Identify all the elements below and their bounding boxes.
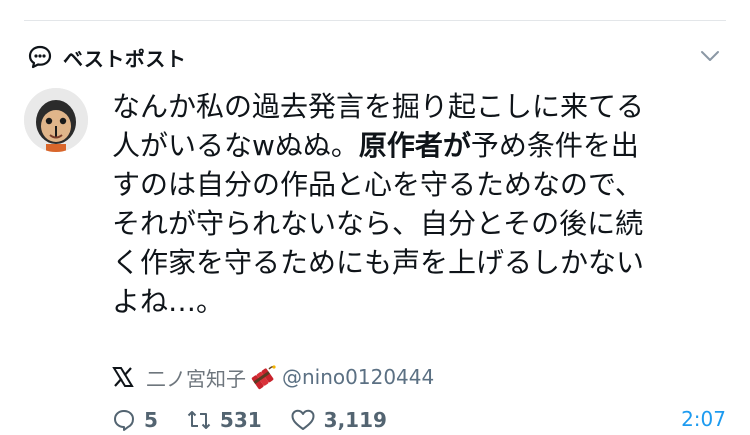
like-count: 3,119 [323, 408, 387, 432]
repost-icon [187, 411, 211, 429]
best-post-title: ベストポスト [63, 46, 187, 71]
post-text-bold-part: 原作者が [358, 129, 471, 162]
repost-button[interactable]: 531 [186, 408, 262, 432]
speech-bubble-icon [27, 44, 53, 70]
best-post-header: ベストポスト [27, 42, 726, 72]
x-logo-icon [112, 366, 134, 388]
reply-icon [114, 410, 134, 431]
reply-count: 5 [144, 408, 158, 432]
top-divider [24, 20, 726, 21]
chevron-down-icon[interactable] [698, 44, 722, 68]
like-button[interactable]: 3,119 [290, 408, 387, 432]
reply-button[interactable]: 5 [112, 408, 158, 432]
repost-count: 531 [219, 408, 262, 432]
avatar[interactable] [24, 88, 88, 152]
post-time[interactable]: 2:07 [681, 407, 726, 431]
post-text: なんか私の過去発言を掘り起こしに来てる 人がいるなwぬぬ。原作者が予め条件を出 … [112, 87, 712, 321]
source-row: 二ノ宮知子 @nino0120444 [112, 363, 434, 391]
author-name[interactable]: 二ノ宮知子 [146, 363, 246, 392]
author-handle[interactable]: @nino0120444 [282, 365, 434, 389]
stats-row: 5 531 3,119 2:07 [112, 405, 726, 435]
heart-icon [291, 409, 315, 430]
dynamite-icon [248, 364, 276, 390]
